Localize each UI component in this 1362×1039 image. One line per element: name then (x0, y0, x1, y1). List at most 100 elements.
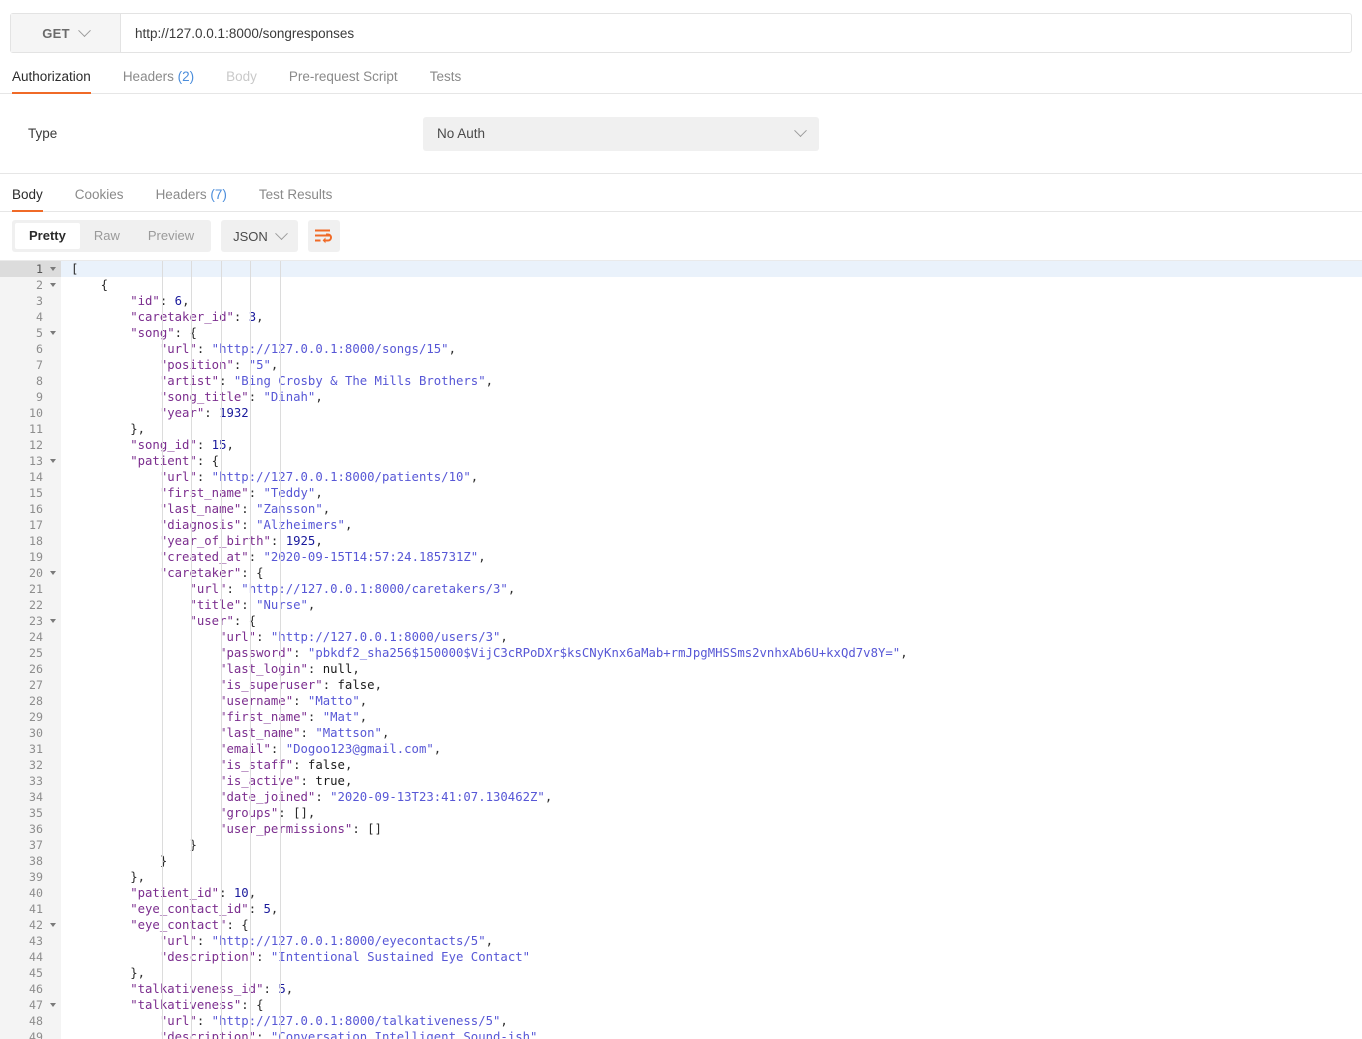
tab-test-results[interactable]: Test Results (243, 187, 349, 211)
code-text: "caretaker_id": 3, (71, 310, 264, 324)
tab-pre-request-script[interactable]: Pre-request Script (273, 69, 414, 93)
tab-headers-request[interactable]: Headers (2) (107, 69, 210, 93)
fold-arrow-icon[interactable] (47, 565, 61, 581)
code-line-row: 29 "first_name": "Mat", (0, 709, 1362, 725)
fold-spacer (47, 357, 61, 373)
view-mode-group: Pretty Raw Preview (12, 220, 212, 252)
fold-arrow-icon[interactable] (47, 277, 61, 293)
fold-spacer (47, 885, 61, 901)
line-number: 18 (0, 533, 47, 549)
code-line-row: 19 "created_at": "2020-09-15T14:57:24.18… (0, 549, 1362, 565)
code-text: "groups": [], (71, 806, 316, 820)
response-tabs: Body Cookies Headers (7) Test Results (0, 174, 1362, 212)
code-text: "url": "http://127.0.0.1:8000/songs/15", (71, 342, 456, 356)
http-method-selector[interactable]: GET (11, 14, 121, 52)
fold-spacer (47, 389, 61, 405)
tab-headers-response[interactable]: Headers (7) (140, 187, 243, 211)
http-method-label: GET (42, 25, 70, 41)
fold-spacer (47, 533, 61, 549)
code-line-row: 6 "url": "http://127.0.0.1:8000/songs/15… (0, 341, 1362, 357)
view-mode-raw[interactable]: Raw (80, 223, 134, 249)
code-line-row: 16 "last_name": "Zansson", (0, 501, 1362, 517)
code-line-row: 31 "email": "Dogoo123@gmail.com", (0, 741, 1362, 757)
code-text: "caretaker": { (71, 566, 264, 580)
line-number: 23 (0, 613, 47, 629)
fold-spacer (47, 837, 61, 853)
tab-body-response-label: Body (12, 187, 43, 202)
response-format-dropdown[interactable]: JSON (221, 220, 298, 252)
code-line-row: 23 "user": { (0, 613, 1362, 629)
code-text: "title": "Nurse", (71, 598, 316, 612)
code-line-row: 25 "password": "pbkdf2_sha256$150000$Vij… (0, 645, 1362, 661)
code-line-row: 8 "artist": "Bing Crosby & The Mills Bro… (0, 373, 1362, 389)
tab-body-request[interactable]: Body (210, 69, 273, 93)
code-text: "description": "Conversation Intelligent… (71, 1030, 538, 1039)
fold-spacer (47, 965, 61, 981)
code-line-row: 18 "year_of_birth": 1925, (0, 533, 1362, 549)
fold-spacer (47, 581, 61, 597)
line-number: 5 (0, 325, 47, 341)
fold-spacer (47, 805, 61, 821)
code-text: "is_active": true, (71, 774, 353, 788)
line-number: 24 (0, 629, 47, 645)
auth-type-value: No Auth (437, 126, 486, 141)
code-text: "user": { (71, 614, 257, 628)
tab-headers-request-label: Headers (122, 69, 174, 84)
code-text: "year_of_birth": 1925, (71, 534, 323, 548)
response-body-code[interactable]: 1[2 {3 "id": 6, 4 "caretaker_id": 3, 5 "so… (0, 260, 1362, 1039)
code-line-row: 34 "date_joined": "2020-09-13T23:41:07.1… (0, 789, 1362, 805)
code-line-row: 26 "last_login": null, (0, 661, 1362, 677)
code-line-row: 48 "url": "http://127.0.0.1:8000/talkati… (0, 1013, 1362, 1029)
line-number: 41 (0, 901, 47, 917)
view-mode-preview[interactable]: Preview (134, 223, 208, 249)
line-number: 35 (0, 805, 47, 821)
chevron-down-icon (274, 226, 288, 240)
code-text: }, (71, 870, 146, 884)
code-text: "email": "Dogoo123@gmail.com", (71, 742, 442, 756)
fold-arrow-icon[interactable] (47, 453, 61, 469)
auth-type-dropdown[interactable]: No Auth (423, 116, 819, 151)
code-line-row: 7 "position": "5", (0, 357, 1362, 373)
fold-spacer (47, 661, 61, 677)
view-mode-pretty[interactable]: Pretty (15, 223, 80, 249)
code-line-row: 46 "talkativeness_id": 5, (0, 981, 1362, 997)
code-text: { (71, 278, 109, 292)
code-text: "song_title": "Dinah", (71, 390, 323, 404)
fold-spacer (47, 629, 61, 645)
code-line-row: 24 "url": "http://127.0.0.1:8000/users/3… (0, 629, 1362, 645)
fold-spacer (47, 405, 61, 421)
line-number: 10 (0, 405, 47, 421)
fold-arrow-icon[interactable] (47, 325, 61, 341)
code-text: "song_id": 15, (71, 438, 234, 452)
line-number: 27 (0, 677, 47, 693)
code-line-row: 9 "song_title": "Dinah", (0, 389, 1362, 405)
line-number: 6 (0, 341, 47, 357)
fold-arrow-icon[interactable] (47, 261, 61, 277)
fold-spacer (47, 485, 61, 501)
url-input[interactable] (121, 14, 1351, 52)
code-text: "song": { (71, 326, 197, 340)
fold-spacer (47, 645, 61, 661)
tab-authorization[interactable]: Authorization (12, 69, 107, 94)
tab-cookies[interactable]: Cookies (59, 187, 140, 211)
fold-spacer (47, 757, 61, 773)
code-line-row: 17 "diagnosis": "Alzheimers", (0, 517, 1362, 533)
fold-spacer (47, 949, 61, 965)
tab-body-response[interactable]: Body (12, 187, 59, 212)
line-number: 46 (0, 981, 47, 997)
fold-spacer (47, 725, 61, 741)
fold-arrow-icon[interactable] (47, 997, 61, 1013)
tab-test-results-label: Test Results (258, 187, 333, 202)
fold-spacer (47, 901, 61, 917)
fold-arrow-icon[interactable] (47, 613, 61, 629)
tab-tests[interactable]: Tests (414, 69, 478, 93)
code-line-row: 3 "id": 6, (0, 293, 1362, 309)
code-line-row: 28 "username": "Matto", (0, 693, 1362, 709)
line-number: 32 (0, 757, 47, 773)
line-number: 33 (0, 773, 47, 789)
fold-arrow-icon[interactable] (47, 917, 61, 933)
code-line-row: 10 "year": 1932 (0, 405, 1362, 421)
code-text: "url": "http://127.0.0.1:8000/users/3", (71, 630, 508, 644)
wrap-lines-button[interactable] (307, 220, 340, 252)
code-line-row: 43 "url": "http://127.0.0.1:8000/eyecont… (0, 933, 1362, 949)
